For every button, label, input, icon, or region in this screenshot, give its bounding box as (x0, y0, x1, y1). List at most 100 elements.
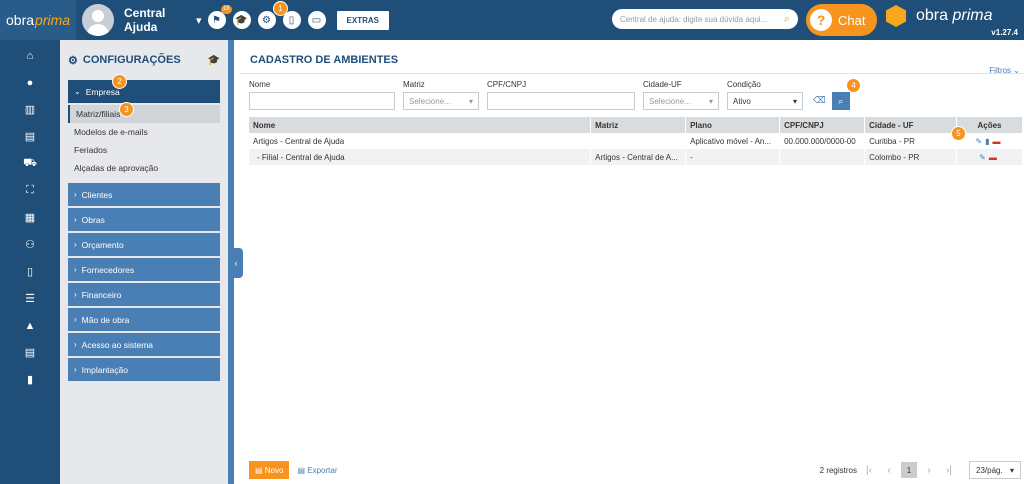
page-title: CADASTRO DE AMBIENTES (250, 54, 399, 66)
truck-icon[interactable]: ⛟ (0, 150, 60, 177)
home-icon[interactable]: ⌂ (0, 42, 60, 69)
filter-form: Nome Matriz Selecione... ▾ CPF/CNPJ Cidade… (249, 80, 850, 110)
chevron-right-icon: › (74, 290, 77, 299)
chart-icon[interactable]: ▮ (0, 366, 60, 393)
chevron-right-icon: › (74, 340, 77, 349)
col-cidade[interactable]: Cidade - UF (864, 117, 957, 133)
col-matriz[interactable]: Matriz (590, 117, 687, 133)
col-nome[interactable]: Nome (249, 117, 592, 133)
sidebar-item-modelos-emails[interactable]: Modelos de e-mails (68, 123, 220, 141)
sidebar-group-financeiro[interactable]: › Financeiro (68, 283, 220, 306)
users-icon[interactable]: ⚇ (0, 231, 60, 258)
top-bar: obra prima Central Ajuda ▾ ⚑ 18 🎓 ⚙ ▯ ▭ EXT… (0, 0, 1024, 40)
cell-matriz: Artigos - Central de A... (590, 149, 687, 165)
help-search-input[interactable]: Central de ajuda: digite sua dúvida aqui… (612, 9, 798, 29)
sidebar-group-obras[interactable]: › Obras (68, 208, 220, 231)
cidade-label: Cidade-UF (643, 80, 682, 89)
file-icon[interactable]: ▤ (0, 339, 60, 366)
sidebar-group-implantacao[interactable]: › Implantação (68, 358, 220, 381)
eraser-icon[interactable]: ⌫ (813, 95, 826, 106)
footer-bar: ▤ Novo ▤ Exportar 2 registros |‹ ‹ 1 › ›… (249, 461, 1021, 479)
gear-icon: ⚙ (68, 54, 78, 67)
file-icon: ▤ (255, 465, 265, 475)
mountain-icon[interactable]: ▲ (0, 312, 60, 339)
matriz-label: Matriz (403, 80, 425, 89)
edit-icon[interactable]: ✎ (975, 137, 982, 146)
search-icon[interactable]: ⌕ (784, 13, 790, 26)
search-button[interactable]: ⌕ (831, 92, 850, 110)
condicao-label: Condição (727, 80, 761, 89)
avatar (82, 4, 114, 36)
sidebar-group-mao-de-obra[interactable]: › Mão de obra (68, 308, 220, 331)
flag-icon[interactable]: ⚑ 18 (207, 5, 232, 29)
sidebar-group-clientes[interactable]: › Clientes (68, 183, 220, 206)
table-row[interactable]: Artigos - Central de Ajuda Aplicativo mó… (249, 133, 1023, 149)
per-page-select[interactable]: 23/pág. ▾ (969, 461, 1021, 479)
new-button[interactable]: ▤ Novo (249, 461, 290, 479)
sidebar-item-matriz-filiais[interactable]: Matriz/filiais (68, 105, 220, 123)
version-label: v1.27.4 (991, 28, 1018, 37)
callout-badge: 2 (112, 74, 127, 89)
cell-matriz (590, 133, 687, 149)
trash-icon[interactable]: ▬ (993, 137, 1001, 146)
cpf-input[interactable] (487, 92, 635, 110)
next-page-icon[interactable]: › (921, 462, 937, 478)
user-menu[interactable]: Central Ajuda ▾ (82, 4, 202, 36)
building-icon[interactable]: ▥ (0, 96, 60, 123)
main-content: CADASTRO DE AMBIENTES Filtros ⌄ Nome Mat… (240, 40, 1024, 484)
chevron-down-icon: ▾ (792, 96, 797, 106)
user-name: Central Ajuda (124, 6, 166, 34)
cart-icon[interactable]: ⛶ (0, 177, 60, 204)
table-row[interactable]: - Filial - Central de Ajuda Artigos - Ce… (249, 149, 1023, 165)
col-acoes: Ações (956, 117, 1023, 133)
sidebar-group-acesso[interactable]: › Acesso ao sistema (68, 333, 220, 356)
cidade-select[interactable]: Selecione... ▾ (643, 92, 719, 110)
document-icon[interactable]: ▯ (0, 258, 60, 285)
chevron-right-icon: › (74, 240, 77, 249)
chevron-down-icon: ▾ (468, 96, 473, 106)
wallet-icon[interactable]: ▤ (0, 123, 60, 150)
records-count: 2 registros (819, 465, 857, 475)
app-logo[interactable]: obra prima (0, 0, 76, 40)
sidebar-title: ⚙ CONFIGURAÇÕES 🎓 (68, 54, 220, 67)
trash-icon[interactable]: ▬ (989, 153, 997, 162)
desktop-icon[interactable]: ▭ (307, 11, 326, 29)
chevron-down-icon[interactable]: ▾ (196, 14, 202, 27)
page-number[interactable]: 1 (901, 462, 917, 478)
edit-icon[interactable]: ✎ (979, 153, 986, 162)
user-icon[interactable]: ● (0, 69, 60, 96)
chevron-right-icon: › (74, 190, 77, 199)
notification-count: 18 (220, 5, 232, 14)
extras-button[interactable]: EXTRAS (336, 10, 389, 30)
chevron-right-icon: › (74, 215, 77, 224)
callout-badge: 5 (951, 126, 966, 141)
nome-input[interactable] (249, 92, 395, 110)
col-cpf[interactable]: CPF/CNPJ (779, 117, 866, 133)
first-page-icon[interactable]: |‹ (861, 462, 877, 478)
last-page-icon[interactable]: ›| (941, 462, 957, 478)
calculator-icon[interactable]: ▦ (0, 204, 60, 231)
condicao-select[interactable]: Ativo ▾ (727, 92, 803, 110)
gear-icon[interactable]: ⚙ (257, 11, 276, 29)
graduation-cap-icon[interactable]: 🎓 (208, 55, 220, 66)
col-plano[interactable]: Plano (685, 117, 781, 133)
cell-acoes: ✎ ▬ (956, 149, 1023, 165)
sidebar-group-fornecedores[interactable]: › Fornecedores (68, 258, 220, 281)
sidebar-item-alcadas[interactable]: Alçadas de aprovação (68, 159, 220, 177)
sidebar-group-orcamento[interactable]: › Orçamento (68, 233, 220, 256)
prev-page-icon[interactable]: ‹ (881, 462, 897, 478)
sidebar-item-feriados[interactable]: Feriados (68, 141, 220, 159)
export-button[interactable]: ▤ Exportar (297, 466, 337, 475)
sidebar-group-empresa[interactable]: ⌄ Empresa (68, 80, 220, 103)
cell-nome: Artigos - Central de Ajuda (249, 133, 592, 149)
copy-icon[interactable]: ▮ (985, 137, 989, 146)
ambientes-table: Nome Matriz Plano CPF/CNPJ Cidade - UF A… (249, 117, 1023, 165)
graduation-cap-icon[interactable]: 🎓 (232, 11, 251, 29)
matriz-select[interactable]: Selecione... ▾ (403, 92, 479, 110)
chevron-down-icon: ⌄ (74, 87, 81, 96)
checklist-icon[interactable]: ☰ (0, 285, 60, 312)
chat-button[interactable]: ? Chat (806, 4, 877, 36)
export-icon: ▤ (297, 465, 308, 475)
cell-plano: Aplicativo móvel - An... (685, 133, 781, 149)
chevron-down-icon: ▾ (1009, 465, 1014, 475)
